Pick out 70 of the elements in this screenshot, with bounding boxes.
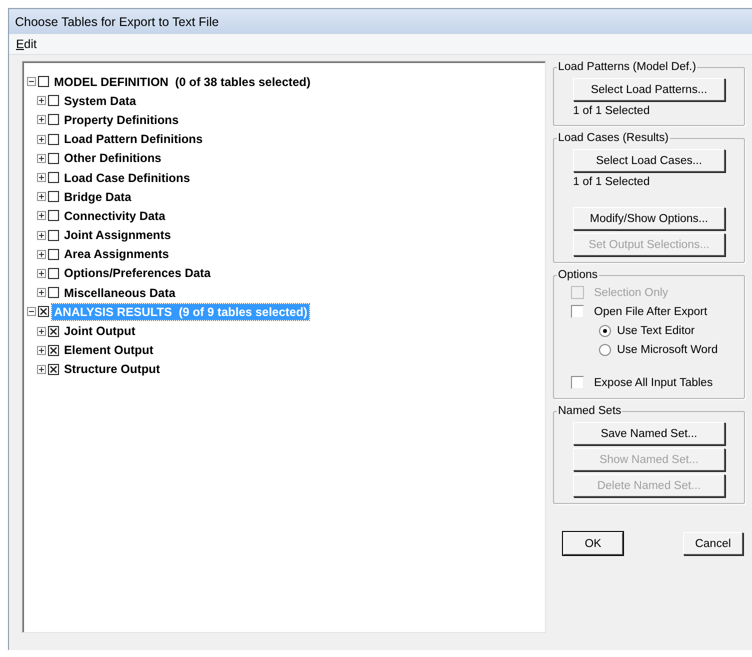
checkbox[interactable] (48, 364, 59, 375)
expand-icon[interactable] (37, 192, 46, 202)
checkbox[interactable] (38, 76, 49, 88)
expand-icon[interactable] (37, 364, 46, 374)
checkbox[interactable] (48, 230, 59, 241)
checkbox[interactable] (48, 326, 59, 337)
checkbox[interactable] (48, 152, 59, 164)
tree-item[interactable]: Load Pattern Definitions (62, 131, 205, 148)
window-title: Choose Tables for Export to Text File (15, 14, 219, 28)
group-title: Options (557, 269, 599, 281)
tree-item[interactable]: Connectivity Data (62, 208, 168, 224)
expand-icon[interactable] (37, 326, 46, 336)
expand-icon[interactable] (37, 250, 46, 259)
expand-icon[interactable] (37, 115, 46, 124)
collapse-icon[interactable] (27, 77, 36, 86)
tree-item[interactable]: Options/Preferences Data (62, 265, 213, 282)
radio-label: Use Microsoft Word (617, 344, 718, 356)
tree-item[interactable]: Joint Output (62, 323, 138, 340)
tree-item[interactable]: Joint Assignments (62, 227, 173, 244)
checkbox[interactable] (571, 376, 584, 389)
menu-item[interactable]: Edit (12, 37, 41, 51)
checkbox[interactable] (48, 210, 59, 222)
checkbox[interactable] (48, 268, 59, 279)
checkbox[interactable] (48, 287, 59, 298)
checkbox[interactable] (38, 306, 49, 318)
tree-item[interactable]: Structure Output (62, 361, 162, 378)
tree-item[interactable]: Property Definitions (62, 112, 181, 128)
group-title: Load Patterns (Model Def.) (557, 61, 698, 73)
checkbox[interactable] (48, 134, 59, 145)
radio-button[interactable] (599, 344, 611, 356)
checkbox[interactable] (48, 344, 59, 356)
tree-item[interactable]: Load Case Definitions (62, 170, 192, 186)
expand-icon[interactable] (37, 173, 46, 182)
radio-label: Use Text Editor (617, 324, 695, 336)
checkbox[interactable] (48, 191, 59, 202)
expand-icon[interactable] (37, 268, 46, 278)
checkbox-label: Expose All Input Tables (594, 376, 713, 388)
tree-item[interactable]: Area Assignments (62, 246, 171, 262)
tree-item[interactable]: Miscellaneous Data (62, 284, 178, 301)
checkbox[interactable] (48, 95, 59, 106)
expand-icon[interactable] (37, 96, 46, 106)
tree-item[interactable]: System Data (62, 92, 138, 109)
expand-icon[interactable] (37, 230, 46, 240)
expand-icon[interactable] (37, 154, 46, 163)
checkbox[interactable] (48, 172, 59, 184)
collapse-icon[interactable] (27, 307, 36, 316)
group-title: Named Sets (557, 405, 622, 417)
dialog-button[interactable]: Select Load Cases... (573, 149, 725, 172)
radio-button[interactable] (599, 324, 611, 336)
tree-item[interactable]: Bridge Data (62, 188, 134, 205)
dialog-button[interactable]: Cancel (683, 532, 743, 555)
dialog-button[interactable]: Select Load Patterns... (573, 78, 725, 101)
tree-item[interactable]: Element Output (62, 342, 156, 358)
selection-count: 1 of 1 Selected (573, 105, 651, 117)
group-title: Load Cases (Results) (557, 132, 670, 144)
tree-item[interactable]: Other Definitions (62, 150, 164, 166)
checkbox[interactable] (48, 114, 59, 126)
checkbox-label: Selection Only (594, 286, 668, 298)
expand-icon[interactable] (37, 134, 46, 144)
selection-count: 1 of 1 Selected (573, 176, 651, 188)
expand-icon[interactable] (37, 211, 46, 220)
expand-icon[interactable] (37, 288, 46, 298)
checkbox[interactable] (571, 305, 584, 318)
expand-icon[interactable] (37, 346, 46, 355)
checkbox-label: Open File After Export (594, 306, 708, 318)
dialog-button[interactable]: OK (563, 532, 623, 555)
checkbox[interactable] (48, 248, 59, 260)
dialog-button[interactable]: Save Named Set... (573, 422, 725, 445)
dialog-button[interactable]: Modify/Show Options... (573, 207, 725, 230)
tree-item[interactable]: MODEL DEFINITION (0 of 38 tables selected) (52, 74, 312, 90)
